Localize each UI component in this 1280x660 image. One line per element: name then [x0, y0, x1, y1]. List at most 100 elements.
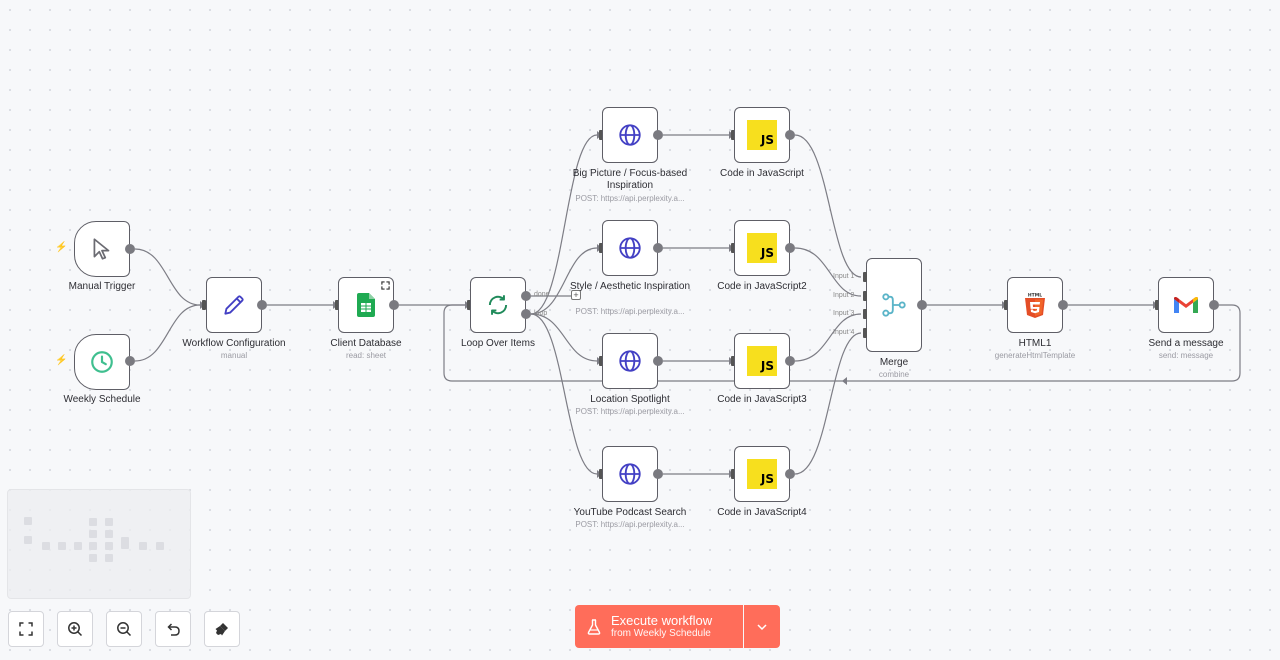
- minimap[interactable]: [7, 489, 191, 599]
- manual-trigger-output[interactable]: [125, 244, 135, 254]
- code3-label: Code in JavaScript3: [717, 394, 807, 405]
- merge-input-4-label: Input 4: [833, 329, 855, 336]
- code1-output[interactable]: [785, 130, 795, 140]
- pencil-icon: [224, 295, 244, 315]
- edge-code3-to-merge: [794, 313, 862, 362]
- workflow-config-label: Workflow Configuration: [182, 338, 286, 349]
- code2-label: Code in JavaScript2: [717, 281, 807, 292]
- location-node[interactable]: [602, 333, 658, 389]
- code1-node[interactable]: JS: [734, 107, 790, 163]
- merge-input-1-label: Input 1: [833, 273, 855, 280]
- loop-done-output[interactable]: [521, 291, 531, 301]
- merge-input-4[interactable]: [863, 328, 867, 338]
- zoom-in-button[interactable]: [57, 611, 93, 647]
- undo-icon: [167, 623, 180, 636]
- zoom-in-icon: [68, 622, 83, 637]
- execute-options-button[interactable]: [744, 605, 780, 648]
- manual-trigger-node[interactable]: [74, 221, 130, 277]
- workflow-config-subtitle: manual: [220, 351, 248, 360]
- youtube-label: YouTube Podcast Search: [573, 507, 687, 518]
- google-sheets-icon: [357, 293, 375, 317]
- loop-done-label: done: [534, 291, 550, 298]
- reset-zoom-button[interactable]: [155, 611, 191, 647]
- merge-input-3-label: Input 3: [833, 310, 855, 317]
- code4-label: Code in JavaScript4: [717, 507, 807, 518]
- client-db-label: Client Database: [330, 338, 402, 349]
- send-message-node[interactable]: [1158, 277, 1214, 333]
- merge-icon: [882, 293, 906, 317]
- flask-icon: [587, 618, 601, 635]
- send-output[interactable]: [1209, 300, 1219, 310]
- client-db-node[interactable]: [338, 277, 394, 333]
- manual-trigger-label: Manual Trigger: [68, 281, 136, 292]
- code4-output[interactable]: [785, 469, 795, 479]
- loop-over-items-node[interactable]: [470, 277, 526, 333]
- big-picture-subtitle: POST: https://api.perplexity.a...: [575, 194, 685, 203]
- location-subtitle: POST: https://api.perplexity.a...: [575, 407, 685, 416]
- client-db-output[interactable]: [389, 300, 399, 310]
- globe-icon: [619, 350, 641, 372]
- tidy-up-button[interactable]: [204, 611, 240, 647]
- execute-workflow-label: Execute workflow: [611, 613, 713, 628]
- workflow-config-output[interactable]: [257, 300, 267, 310]
- big-picture-node[interactable]: [602, 107, 658, 163]
- merge-label: Merge: [879, 357, 909, 368]
- merge-input-2[interactable]: [863, 291, 867, 301]
- youtube-node[interactable]: [602, 446, 658, 502]
- merge-input-1[interactable]: [863, 272, 867, 282]
- globe-icon: [619, 237, 641, 259]
- fit-view-button[interactable]: [8, 611, 44, 647]
- weekly-schedule-output[interactable]: [125, 356, 135, 366]
- execute-from-text: from Weekly Schedule: [611, 628, 711, 639]
- edge-code1-to-merge: [794, 134, 862, 278]
- merge-output[interactable]: [917, 300, 927, 310]
- javascript-icon: JS: [747, 346, 777, 376]
- html1-output[interactable]: [1058, 300, 1068, 310]
- gmail-icon: [1174, 297, 1198, 313]
- cursor-icon: [93, 238, 110, 260]
- loop-label: Loop Over Items: [461, 338, 535, 349]
- merge-subtitle: combine: [878, 370, 910, 379]
- code3-node[interactable]: JS: [734, 333, 790, 389]
- merge-node[interactable]: [866, 258, 922, 352]
- youtube-output[interactable]: [653, 469, 663, 479]
- big-picture-label: Big Picture / Focus-based Inspiration: [572, 168, 688, 191]
- schedule-bolt-icon: ⚡: [55, 355, 68, 366]
- globe-icon: [619, 463, 641, 485]
- workflow-config-node[interactable]: [206, 277, 262, 333]
- trigger-bolt-icon: ⚡: [55, 242, 68, 253]
- globe-icon: [619, 124, 641, 146]
- weekly-schedule-label: Weekly Schedule: [63, 394, 141, 405]
- style-output[interactable]: [653, 243, 663, 253]
- html1-label: HTML1: [1018, 338, 1052, 349]
- location-label: Location Spotlight: [590, 394, 670, 405]
- merge-input-3[interactable]: [863, 309, 867, 319]
- code1-label: Code in JavaScript: [720, 168, 804, 179]
- send-label: Send a message: [1148, 338, 1224, 349]
- execute-workflow-button[interactable]: Execute workflow from Weekly Schedule: [575, 605, 743, 648]
- chevron-down-icon: [757, 623, 767, 630]
- code2-node[interactable]: JS: [734, 220, 790, 276]
- html1-node[interactable]: HTML: [1007, 277, 1063, 333]
- edge-manual-to-config: [134, 248, 201, 306]
- sync-badge-icon: [381, 281, 390, 290]
- code3-output[interactable]: [785, 356, 795, 366]
- client-db-subtitle: read: sheet: [345, 351, 387, 360]
- big-picture-output[interactable]: [653, 130, 663, 140]
- loop-loop-label: loop: [534, 310, 548, 317]
- location-output[interactable]: [653, 356, 663, 366]
- svg-text:HTML: HTML: [1028, 293, 1042, 299]
- style-subtitle: POST: https://api.perplexity.a...: [575, 307, 685, 316]
- weekly-schedule-node[interactable]: [74, 334, 130, 390]
- code4-node[interactable]: JS: [734, 446, 790, 502]
- style-node[interactable]: [602, 220, 658, 276]
- zoom-out-icon: [117, 622, 132, 637]
- tidy-up-icon: [215, 623, 228, 636]
- loop-loop-output[interactable]: [521, 309, 531, 319]
- code2-output[interactable]: [785, 243, 795, 253]
- javascript-icon: JS: [747, 233, 777, 263]
- html5-icon: HTML: [1025, 293, 1045, 318]
- execute-from-node: Weekly Schedule: [633, 628, 711, 639]
- zoom-out-button[interactable]: [106, 611, 142, 647]
- javascript-icon: JS: [747, 459, 777, 489]
